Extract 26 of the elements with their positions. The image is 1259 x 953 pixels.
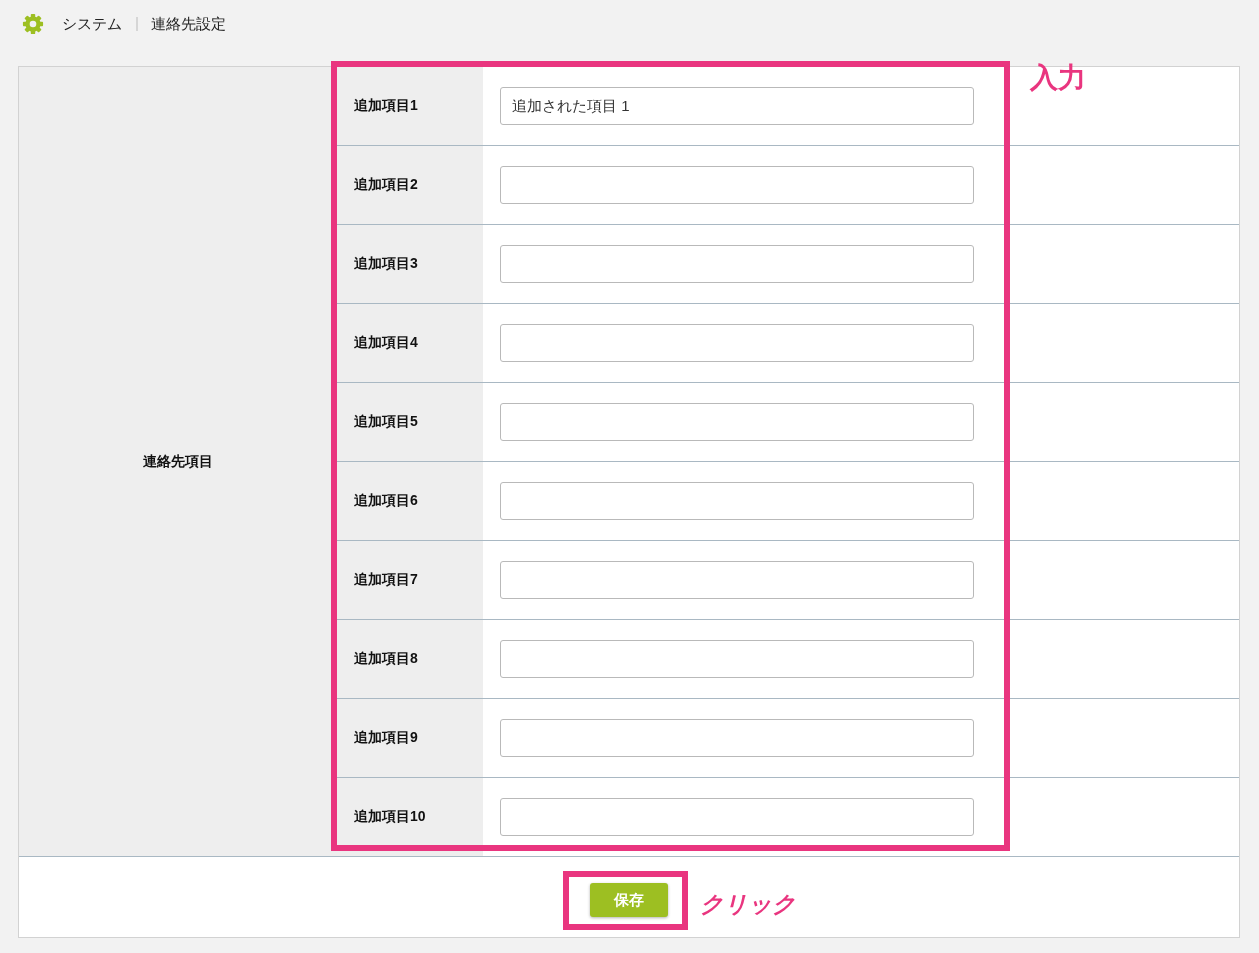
text-input[interactable]: [500, 798, 974, 836]
text-input[interactable]: [500, 403, 974, 441]
text-input[interactable]: [500, 561, 974, 599]
annotation-text: 入力: [1030, 64, 1086, 92]
field-label: 追加項目2: [354, 176, 418, 194]
field-label: 追加項目9: [354, 729, 418, 747]
gear-icon: [22, 13, 44, 35]
text-input[interactable]: 追加された項目 1: [500, 87, 974, 125]
text-input[interactable]: [500, 482, 974, 520]
breadcrumb-item: 連絡先設定: [151, 14, 226, 34]
text-input[interactable]: [500, 719, 974, 757]
text-input[interactable]: [500, 324, 974, 362]
text-input[interactable]: [500, 245, 974, 283]
field-label: 追加項目6: [354, 492, 418, 510]
annotation-text: クリック: [700, 893, 796, 916]
field-label: 追加項目5: [354, 413, 418, 431]
field-label: 追加項目7: [354, 571, 418, 589]
field-label: 追加項目10: [354, 808, 426, 826]
field-label: 追加項目8: [354, 650, 418, 668]
group-label: 連絡先項目: [142, 452, 213, 471]
field-label: 追加項目4: [354, 334, 418, 352]
text-input[interactable]: [500, 640, 974, 678]
text-input[interactable]: [500, 166, 974, 204]
field-label: 追加項目1: [354, 97, 418, 115]
field-label: 追加項目3: [354, 255, 418, 273]
breadcrumb-item[interactable]: システム: [62, 13, 122, 35]
